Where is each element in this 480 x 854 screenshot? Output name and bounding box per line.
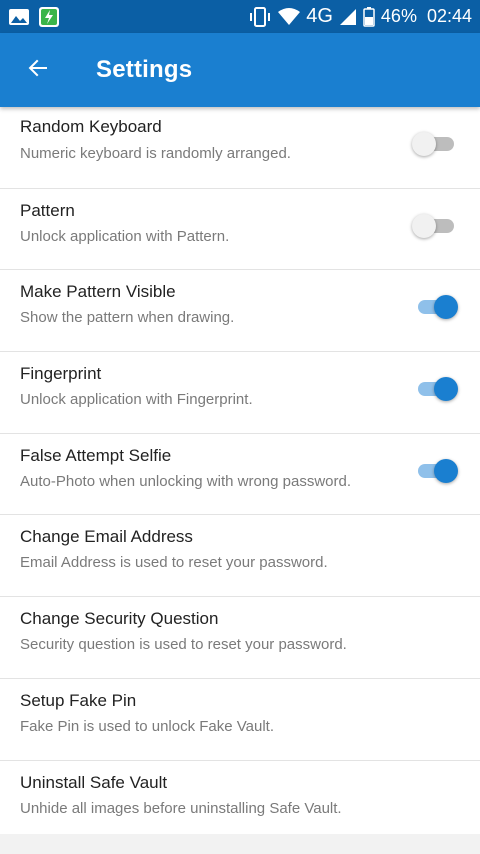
status-bar: 4G 46% 02:44 [0, 0, 480, 33]
setting-subtitle: Numeric keyboard is randomly arranged. [20, 145, 291, 162]
setting-subtitle: Unlock application with Fingerprint. [20, 391, 253, 409]
setting-title: False Attempt Selfie [20, 445, 172, 465]
app-bar: Settings [0, 33, 480, 107]
setting-subtitle: Email Address is used to reset your pass… [20, 554, 328, 572]
random-keyboard-toggle[interactable] [412, 132, 456, 156]
setting-title: Change Email Address [20, 527, 193, 547]
setting-change-security-question[interactable]: Change Security Question Security questi… [0, 597, 480, 679]
setting-setup-fake-pin[interactable]: Setup Fake Pin Fake Pin is used to unloc… [0, 679, 480, 761]
pattern-toggle[interactable] [412, 213, 456, 238]
setting-subtitle: Unhide all images before uninstalling Sa… [20, 799, 342, 817]
toggle-thumb [434, 377, 458, 402]
settings-list: Random Keyboard Numeric keyboard is rand… [0, 107, 480, 834]
setting-subtitle: Show the pattern when drawing. [20, 309, 235, 327]
setting-pattern[interactable]: Pattern Unlock application with Pattern. [0, 189, 480, 271]
setting-make-pattern-visible[interactable]: Make Pattern Visible Show the pattern wh… [0, 270, 480, 353]
image-notification-icon [8, 7, 30, 27]
fingerprint-toggle[interactable] [414, 377, 458, 402]
charging-app-notification-icon [38, 6, 60, 28]
cell-signal-icon [339, 8, 357, 26]
toggle-thumb [412, 132, 436, 156]
setting-title: Change Security Question [20, 609, 219, 629]
false-attempt-selfie-toggle[interactable] [414, 458, 458, 483]
setting-title: Uninstall Safe Vault [20, 772, 168, 792]
setting-title: Random Keyboard [20, 117, 162, 136]
setting-subtitle: Unlock application with Pattern. [20, 227, 230, 245]
setting-random-keyboard[interactable]: Random Keyboard Numeric keyboard is rand… [0, 107, 480, 189]
setting-subtitle: Fake Pin is used to unlock Fake Vault. [20, 717, 275, 735]
back-button[interactable] [24, 56, 52, 84]
setting-false-attempt-selfie[interactable]: False Attempt Selfie Auto-Photo when unl… [0, 434, 480, 516]
battery-percentage: 46% [380, 6, 417, 26]
vibrate-icon [248, 6, 272, 27]
back-arrow-icon [26, 56, 50, 85]
setting-subtitle: Auto-Photo when unlocking with wrong pas… [20, 472, 352, 490]
toggle-thumb [434, 458, 458, 483]
setting-title: Pattern [20, 200, 75, 220]
make-pattern-visible-toggle[interactable] [414, 295, 458, 320]
toggle-thumb [412, 213, 436, 238]
status-indicators: 4G 46% 02:44 [248, 5, 472, 28]
list-bottom-spacer [0, 834, 480, 854]
toggle-thumb [434, 295, 458, 320]
setting-change-email-address[interactable]: Change Email Address Email Address is us… [0, 515, 480, 598]
page-title: Settings [96, 56, 193, 83]
setting-title: Make Pattern Visible [20, 282, 176, 302]
setting-subtitle: Security question is used to reset your … [20, 636, 347, 654]
wifi-icon [278, 7, 301, 26]
battery-icon [363, 6, 375, 27]
clock: 02:44 [426, 6, 472, 26]
setting-uninstall-safe-vault[interactable]: Uninstall Safe Vault Unhide all images b… [0, 761, 480, 843]
network-type-label: 4G [306, 5, 333, 27]
status-notifications [8, 6, 60, 28]
setting-fingerprint[interactable]: Fingerprint Unlock application with Fing… [0, 352, 480, 434]
setting-title: Setup Fake Pin [20, 690, 137, 710]
setting-title: Fingerprint [20, 364, 102, 384]
